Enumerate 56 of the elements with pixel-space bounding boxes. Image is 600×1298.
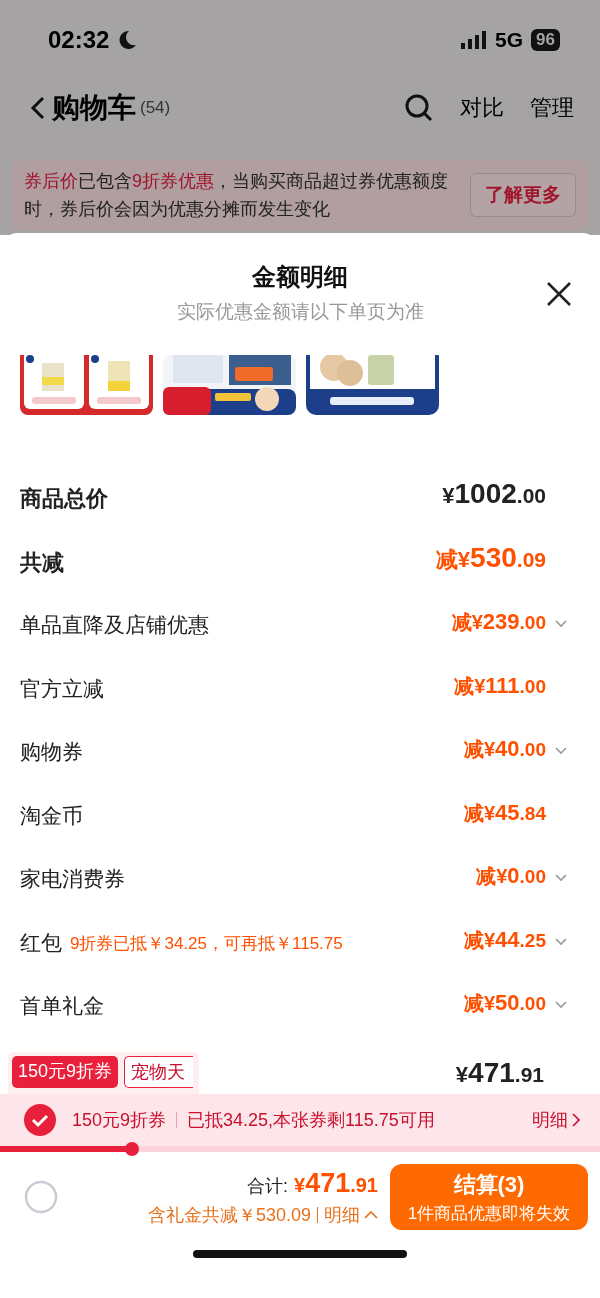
detail-link[interactable]: 明细 — [532, 1108, 580, 1132]
detail-label: 购物券 — [20, 739, 83, 765]
search-icon[interactable] — [404, 92, 434, 123]
chevron-down-icon[interactable] — [554, 746, 568, 756]
select-all-checkbox[interactable] — [24, 1180, 58, 1214]
chevron-up-icon[interactable] — [364, 1210, 378, 1219]
signal-icon — [461, 31, 488, 49]
coupon-detail: 已抵34.25,本张券剩115.75可用 — [187, 1109, 435, 1132]
chevron-down-icon[interactable] — [554, 619, 568, 629]
detail-label: 红包 — [20, 929, 62, 956]
price-amount: 减¥45.84 — [463, 799, 546, 827]
price-amount: 减¥111.00 — [454, 672, 546, 700]
price-amount: 减¥40.00 — [463, 736, 546, 763]
close-icon[interactable] — [546, 281, 572, 307]
saving-text: 含礼金共减￥530.09 — [147, 1203, 311, 1227]
nav-action[interactable]: 管理 — [530, 92, 574, 123]
total-label: 合计: — [247, 1174, 288, 1198]
price-amount: ¥471.91 — [455, 1057, 544, 1089]
detail-label: 首单礼金 — [20, 993, 104, 1019]
detail-label: 商品总价 — [20, 485, 108, 513]
nav-action[interactable]: 对比 — [460, 92, 504, 123]
detail-label: 官方立减 — [20, 675, 104, 702]
detail-label: 共减 — [20, 548, 64, 577]
coupon-tag: 150元9折券 — [12, 1056, 119, 1088]
price-amount: 减¥0.00 — [476, 863, 546, 890]
learn-more-button[interactable]: 了解更多 — [470, 173, 576, 217]
moon-icon — [117, 29, 138, 51]
coupon-name: 150元9折券 — [72, 1109, 167, 1132]
price-amount: ¥471.91 — [294, 1167, 378, 1199]
detail-link[interactable]: 明细 — [324, 1202, 378, 1227]
checkout-button[interactable]: 结算(3) 1件商品优惠即将失效 — [390, 1164, 588, 1230]
battery-level: 96 — [531, 29, 560, 51]
chevron-down-icon[interactable] — [554, 936, 568, 947]
chevron-right-icon[interactable] — [572, 1113, 580, 1127]
coupon-tag: 宠物天 — [124, 1056, 194, 1088]
price-amount: ¥1002.00 — [442, 478, 546, 510]
progress-thumb — [125, 1142, 139, 1156]
back-icon[interactable] — [30, 95, 46, 120]
detail-note: 9折券已抵￥34.25，可再抵￥115.75 — [70, 932, 343, 955]
detail-label: 淘金币 — [20, 802, 83, 829]
network-label: 5G — [495, 28, 524, 52]
price-amount: 减¥50.00 — [463, 990, 546, 1017]
sheet-subtitle: 实际优惠金额请以下单页为准 — [176, 300, 424, 324]
page-title: 购物车 — [52, 90, 136, 125]
price-amount: 减¥239.00 — [451, 609, 546, 636]
detail-label: 单品直降及店铺优惠 — [20, 612, 209, 638]
item-count: (54) — [140, 97, 171, 118]
notice-text: 券后价已包含9折券优惠，当购买商品超过券优惠额度时，券后价会因为优惠分摊而发生变化 — [24, 170, 449, 221]
price-amount: 减¥44.25 — [463, 926, 546, 954]
price-amount: 减¥530.09 — [435, 541, 546, 575]
detail-label: 家电消费券 — [20, 866, 125, 892]
chevron-down-icon[interactable] — [554, 1000, 568, 1010]
sheet-title: 金额明细 — [252, 262, 348, 292]
status-time: 02:32 — [48, 26, 110, 54]
checkbox[interactable] — [24, 1104, 56, 1136]
chevron-down-icon[interactable] — [554, 873, 568, 883]
